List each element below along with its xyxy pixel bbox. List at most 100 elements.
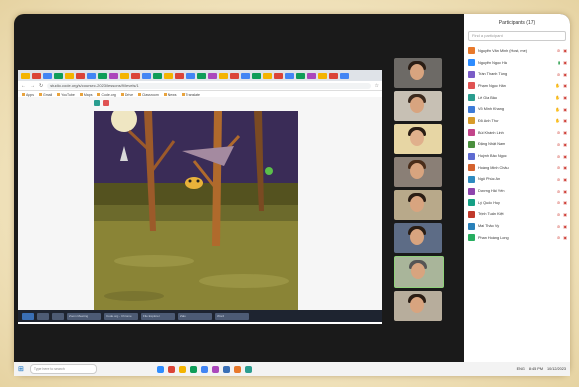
bookmark-item[interactable]: Drive [121, 93, 133, 97]
browser-tab-strip[interactable] [18, 70, 382, 81]
participant-row[interactable]: Trần Thanh Tùng ⊘ ▣ [464, 68, 570, 80]
participant-avatar [468, 164, 475, 172]
participant-name: Mai Thảo Vy [478, 224, 500, 229]
bookmark-item[interactable]: News [164, 93, 177, 97]
participant-row[interactable]: Võ Minh Khang ✋ ▣ [464, 103, 570, 115]
forward-icon[interactable]: → [30, 83, 35, 89]
back-icon[interactable]: ← [21, 83, 26, 89]
search-icon[interactable] [37, 312, 49, 320]
participant-row[interactable]: Nguyễn Ngọc Hà ▮ ▣ [464, 57, 570, 69]
participant-name: Phạm Ngọc Hân [478, 83, 506, 88]
video-off-icon: ▣ [563, 153, 567, 159]
participant-row[interactable]: Dương Hải Yến ⊘ ▣ [464, 185, 570, 197]
bookmark-item[interactable]: Code.org [97, 93, 115, 97]
bookmark-item[interactable]: Maps [80, 93, 93, 97]
mic-muted-icon: ⊘ [556, 176, 561, 182]
participant-avatar [468, 187, 475, 195]
stop-button[interactable] [103, 100, 109, 106]
participant-search-input[interactable]: Find a participant [468, 31, 566, 41]
participant-avatar [468, 59, 475, 67]
participant-row[interactable]: Mai Thảo Vy ⊘ ▣ [464, 220, 570, 232]
raised-hand-icon: ✋ [555, 83, 561, 89]
clock-date[interactable]: 10/12/2023 [547, 367, 566, 371]
zoom-app-icon[interactable] [156, 365, 164, 373]
video-tile[interactable] [394, 157, 442, 187]
chrome-app-icon[interactable] [167, 365, 175, 373]
bookmark-item[interactable]: Classroom [138, 93, 159, 97]
app-icon[interactable] [244, 365, 252, 373]
participant-name: Huỳnh Bảo Ngọc [478, 154, 507, 159]
participant-name: Phan Hoàng Long [478, 235, 509, 240]
reload-icon[interactable]: ↻ [39, 83, 43, 89]
video-tile[interactable] [394, 91, 442, 121]
app-icon[interactable] [200, 365, 208, 373]
bookmark-item[interactable]: Apps [22, 93, 34, 97]
shared-screen-taskbar: Zoom Meeting Code.org - Chrome File Expl… [18, 310, 382, 322]
mic-muted-icon: ⊘ [556, 165, 561, 171]
shared-screen-browser: ← → ↻ studio.code.org/s/coursec-2023/les… [18, 70, 382, 324]
app-icon[interactable] [189, 365, 197, 373]
participant-name: Đặng Nhật Nam [478, 142, 506, 147]
participant-avatar [468, 199, 475, 207]
bookmark-item[interactable]: Translate [182, 93, 200, 97]
taskbar-app[interactable]: Code.org - Chrome [104, 312, 138, 320]
participant-name: Lê Gia Bảo [478, 95, 497, 100]
participant-avatar [468, 175, 475, 183]
participant-row[interactable]: Phạm Ngọc Hân ✋ ▣ [464, 80, 570, 92]
photo-frame: ← → ↻ studio.code.org/s/coursec-2023/les… [0, 0, 579, 387]
app-icon[interactable] [211, 365, 219, 373]
folder-app-icon[interactable] [178, 365, 186, 373]
participant-row[interactable]: Hoàng Minh Châu ⊘ ▣ [464, 162, 570, 174]
game-canvas[interactable] [94, 111, 298, 311]
zoom-window: ← → ↻ studio.code.org/s/coursec-2023/les… [14, 14, 570, 376]
video-tile[interactable] [394, 190, 442, 220]
participant-row[interactable]: Lý Quốc Huy ⊘ ▣ [464, 197, 570, 209]
language-indicator[interactable]: ENG [517, 367, 525, 371]
participant-row[interactable]: Ngô Phúc An ⊘ ▣ [464, 174, 570, 186]
url-field[interactable]: studio.code.org/s/coursec-2023/lessons/9… [47, 82, 371, 89]
video-tile-speaking[interactable] [394, 256, 444, 288]
word-app-icon[interactable] [222, 365, 230, 373]
participant-list: Nguyễn Văn Minh (Host, me) ⊘ ▣ Nguyễn Ngọc … [464, 45, 570, 244]
video-tile[interactable] [394, 124, 442, 154]
participant-row[interactable]: Huỳnh Bảo Ngọc ⊘ ▣ [464, 150, 570, 162]
participant-row[interactable]: Bùi Khánh Linh ⊘ ▣ [464, 127, 570, 139]
video-tile[interactable] [394, 58, 442, 88]
windows-taskbar: ⊞ Type here to search ENG 8:45 PM 10/12/… [14, 362, 570, 376]
video-off-icon: ▣ [563, 95, 567, 101]
task-view-icon[interactable] [52, 312, 64, 320]
app-icon[interactable] [233, 365, 241, 373]
video-off-icon: ▣ [563, 188, 567, 194]
taskbar-app[interactable]: Zoom Meeting [67, 312, 101, 320]
bookmark-item[interactable]: Gmail [39, 93, 52, 97]
video-off-icon: ▣ [563, 200, 567, 206]
participant-row[interactable]: Lê Gia Bảo ✋ ▣ [464, 92, 570, 104]
windows-start-icon[interactable] [22, 312, 34, 320]
clock-time[interactable]: 8:45 PM [529, 367, 543, 371]
windows-start-icon[interactable]: ⊞ [18, 365, 24, 373]
participant-row[interactable]: Đỗ Anh Thư ✋ ▣ [464, 115, 570, 127]
page-content [18, 97, 382, 312]
participant-row[interactable]: Đặng Nhật Nam ⊘ ▣ [464, 139, 570, 151]
participant-avatar [468, 234, 475, 242]
video-tile[interactable] [394, 223, 442, 253]
taskbar-app[interactable]: File Explorer [141, 312, 175, 320]
taskbar-search-input[interactable]: Type here to search [29, 364, 97, 374]
mic-muted-icon: ⊘ [556, 130, 561, 136]
participant-name: Ngô Phúc An [478, 177, 501, 182]
bookmark-item[interactable]: YouTube [57, 93, 75, 97]
participant-avatar [468, 210, 475, 218]
run-button[interactable] [94, 100, 100, 106]
mic-muted-icon: ⊘ [556, 235, 561, 241]
participant-row[interactable]: Nguyễn Văn Minh (Host, me) ⊘ ▣ [464, 45, 570, 57]
mic-on-icon: ▮ [558, 60, 561, 66]
star-icon[interactable]: ☆ [375, 83, 379, 89]
video-off-icon: ▣ [563, 141, 567, 147]
participant-row[interactable]: Phan Hoàng Long ⊘ ▣ [464, 232, 570, 244]
taskbar-app[interactable]: Word [215, 312, 249, 320]
video-tile[interactable] [394, 291, 442, 321]
participant-row[interactable]: Trịnh Tuấn Kiệt ⊘ ▣ [464, 209, 570, 221]
taskbar-app[interactable]: Zalo [178, 312, 212, 320]
video-off-icon: ▣ [563, 118, 567, 124]
gem-sprite [265, 167, 273, 175]
